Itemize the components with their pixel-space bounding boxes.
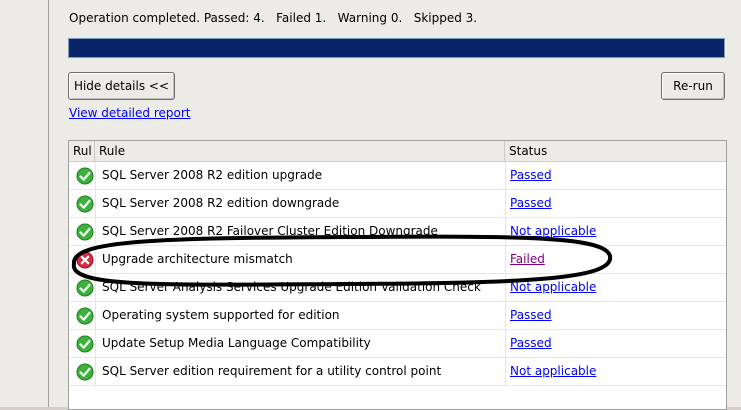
left-panel-strip bbox=[0, 0, 49, 407]
setup-rules-panel: Operation completed. Passed: 4. Failed 1… bbox=[49, 0, 741, 410]
annotation-ellipse bbox=[71, 234, 613, 287]
